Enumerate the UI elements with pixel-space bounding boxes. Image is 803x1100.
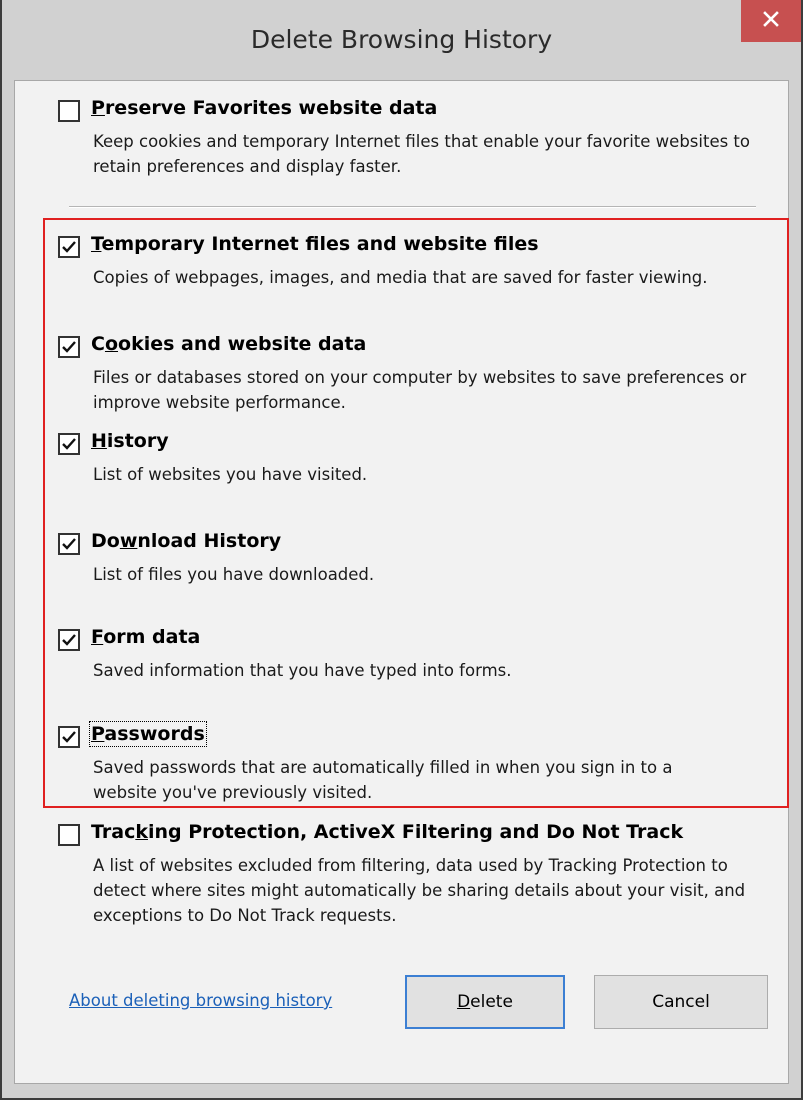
cancel-button[interactable]: Cancel — [594, 975, 768, 1029]
option-preserve-favorites: Preserve Favorites website data Keep coo… — [15, 95, 788, 195]
delete-button[interactable]: Delete — [405, 975, 565, 1029]
checkbox-preserve-favorites[interactable] — [58, 100, 80, 122]
option-label[interactable]: Preserve Favorites website data — [91, 97, 437, 119]
dialog-title: Delete Browsing History — [250, 25, 553, 54]
title-bar[interactable]: Delete Browsing History — [2, 0, 801, 80]
option-tracking-protection: Tracking Protection, ActiveX Filtering a… — [15, 819, 788, 939]
option-description: A list of websites excluded from filteri… — [93, 856, 746, 925]
dialog-body: Preserve Favorites website data Keep coo… — [14, 80, 789, 1084]
delete-browsing-history-dialog: Delete Browsing History Preserve Favorit… — [0, 0, 803, 1100]
about-deleting-history-link[interactable]: About deleting browsing history — [69, 991, 332, 1010]
close-button[interactable] — [741, 0, 801, 42]
divider — [69, 206, 756, 208]
close-icon — [763, 11, 779, 31]
option-description: Keep cookies and temporary Internet file… — [93, 132, 750, 176]
checkbox-tracking-protection[interactable] — [58, 824, 80, 846]
highlight-box — [43, 218, 789, 808]
option-label[interactable]: Tracking Protection, ActiveX Filtering a… — [91, 821, 683, 843]
